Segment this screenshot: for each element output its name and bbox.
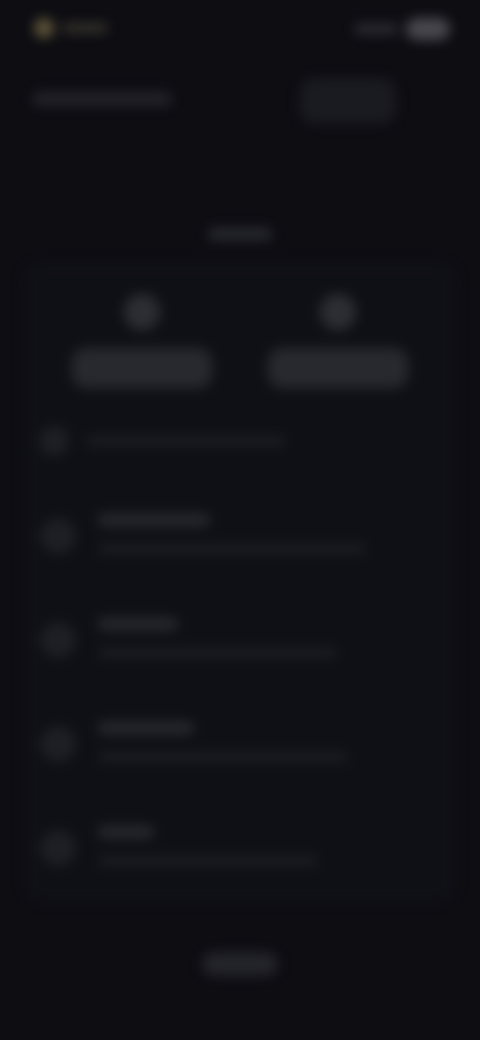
list-item-title-placeholder bbox=[98, 722, 194, 734]
list-item-subtitle bbox=[23, 707, 24, 708]
list-item-title bbox=[23, 603, 24, 604]
circle-icon bbox=[40, 830, 76, 866]
summary-row-placeholder bbox=[86, 436, 286, 446]
status-right-text bbox=[450, 29, 451, 30]
list-item[interactable] bbox=[24, 812, 456, 916]
circle-icon bbox=[40, 518, 76, 554]
status-left bbox=[34, 18, 116, 38]
list-item-title bbox=[23, 811, 24, 812]
status-right-pill bbox=[406, 18, 450, 40]
info-icon bbox=[40, 427, 68, 455]
list-item-title-placeholder bbox=[98, 514, 210, 526]
action-right-button[interactable] bbox=[268, 348, 408, 388]
status-right-mini bbox=[354, 24, 398, 34]
list-item[interactable] bbox=[24, 604, 456, 708]
header-right-card-text bbox=[23, 77, 24, 78]
list-item-subtitle bbox=[23, 499, 24, 500]
list-item-subtitle bbox=[23, 603, 24, 604]
avatar-icon bbox=[320, 294, 356, 330]
bottom-button[interactable] bbox=[202, 952, 278, 976]
header-left-placeholder bbox=[32, 92, 172, 106]
list-item-title-placeholder bbox=[98, 826, 154, 838]
list-item[interactable] bbox=[24, 500, 456, 604]
list-item-subtitle bbox=[23, 811, 24, 812]
section-title-placeholder bbox=[208, 228, 272, 240]
list-item-subtitle-placeholder bbox=[98, 856, 318, 866]
list-item[interactable] bbox=[24, 708, 456, 812]
list-item-subtitle-placeholder bbox=[98, 648, 338, 658]
status-right bbox=[340, 18, 450, 40]
header-left-text bbox=[23, 77, 24, 78]
list-item-title-placeholder bbox=[98, 618, 178, 630]
list-item-subtitle-placeholder bbox=[98, 752, 348, 762]
action-grid bbox=[24, 272, 456, 412]
header-right-card[interactable] bbox=[300, 78, 396, 124]
status-left-text-placeholder bbox=[62, 23, 108, 33]
list-item-title bbox=[23, 707, 24, 708]
settings-list bbox=[24, 500, 456, 916]
action-left-label bbox=[61, 285, 62, 286]
header-row bbox=[24, 78, 456, 128]
list-item-subtitle-placeholder bbox=[98, 544, 366, 554]
action-left[interactable] bbox=[62, 286, 222, 396]
circle-icon bbox=[40, 622, 76, 658]
circle-icon bbox=[40, 726, 76, 762]
action-right-label bbox=[257, 285, 258, 286]
blurred-screen bbox=[0, 0, 480, 1040]
action-right[interactable] bbox=[258, 286, 418, 396]
list-item-title bbox=[23, 499, 24, 500]
status-app-icon bbox=[34, 18, 54, 38]
status-bar bbox=[0, 0, 480, 60]
summary-row[interactable] bbox=[40, 427, 310, 455]
action-left-button[interactable] bbox=[72, 348, 212, 388]
avatar-icon bbox=[124, 294, 160, 330]
